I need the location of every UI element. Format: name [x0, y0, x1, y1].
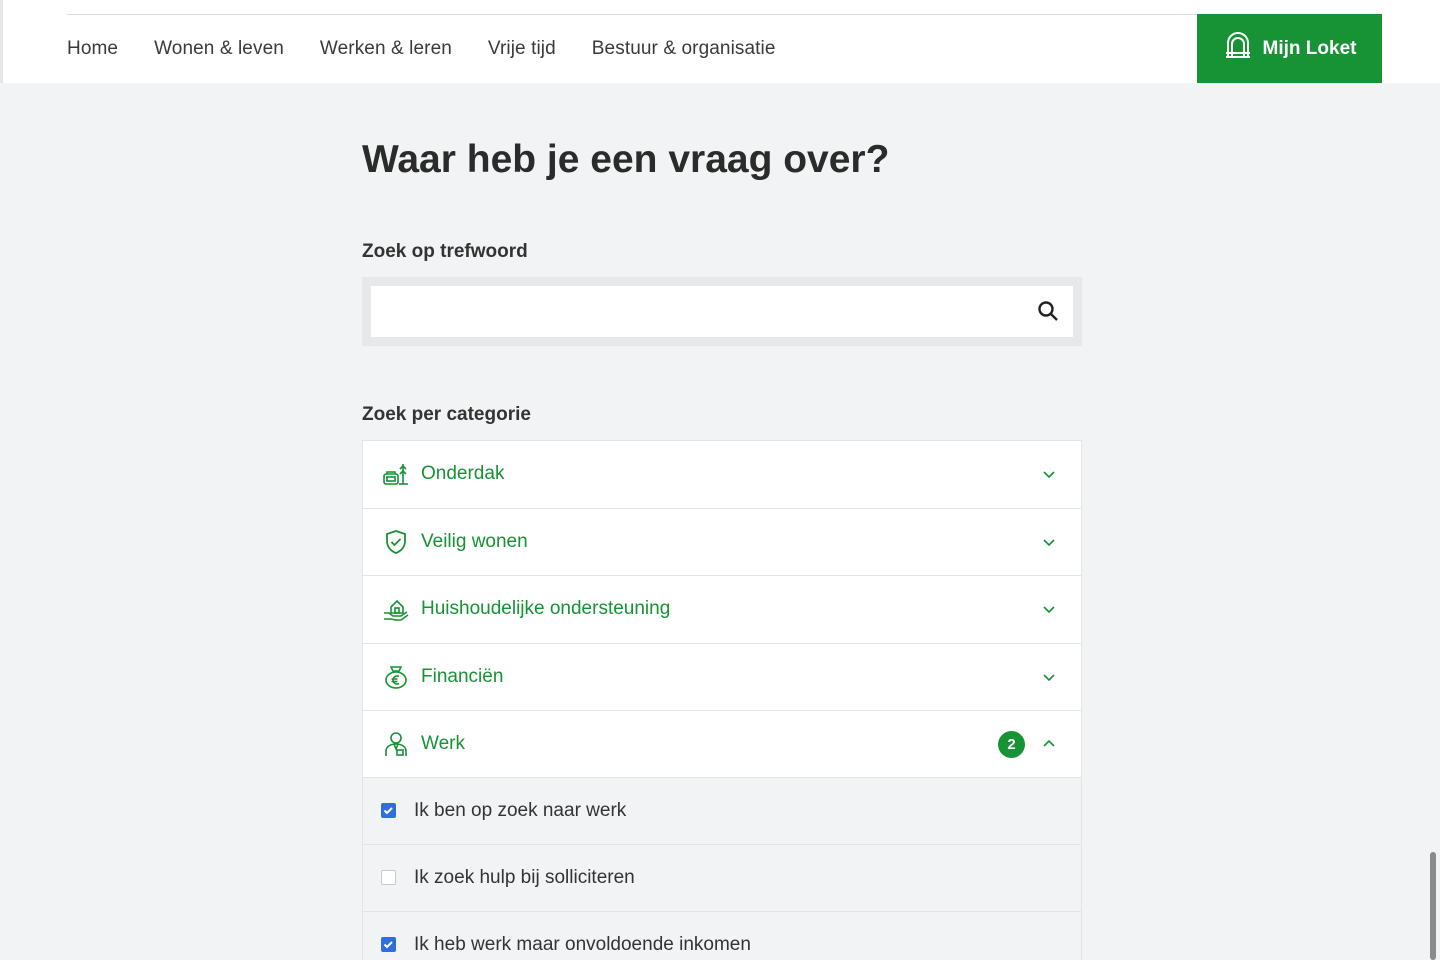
checkbox-checked[interactable]	[381, 937, 396, 952]
option-label: Ik ben op zoek naar werk	[414, 799, 627, 821]
mijn-loket-button[interactable]: Mijn Loket	[1197, 14, 1382, 83]
mijn-loket-label: Mijn Loket	[1262, 37, 1357, 59]
chevron-down-icon	[1043, 606, 1055, 614]
category-label: Werk	[421, 732, 465, 754]
chevron-down-icon	[1043, 471, 1055, 479]
category-accordion: Onderdak Veilig wonen Huishoudelijke ond…	[362, 440, 1082, 960]
search-container	[362, 277, 1082, 346]
page-scrollbar[interactable]	[1430, 852, 1436, 960]
category-financien[interactable]: Financiën	[362, 642, 1082, 710]
main-nav: Home Wonen & leven Werken & leren Vrije …	[67, 38, 812, 60]
category-label: Financiën	[421, 665, 504, 687]
category-label: Onderdak	[421, 463, 505, 485]
money-bag-euro-icon	[381, 662, 411, 692]
category-onderdak[interactable]: Onderdak	[362, 440, 1082, 508]
nav-link-bestuur-organisatie[interactable]: Bestuur & organisatie	[592, 38, 776, 60]
search-box	[371, 286, 1073, 337]
nav-link-werken-leren[interactable]: Werken & leren	[320, 38, 452, 60]
search-icon[interactable]	[1037, 300, 1059, 322]
shield-check-icon	[381, 527, 411, 557]
search-input[interactable]	[371, 286, 1073, 337]
checkbox-unchecked[interactable]	[381, 870, 396, 885]
chevron-down-icon	[1043, 673, 1055, 681]
werk-option[interactable]: Ik ben op zoek naar werk	[362, 777, 1082, 845]
search-label: Zoek op trefwoord	[362, 241, 528, 262]
nav-link-vrije-tijd[interactable]: Vrije tijd	[488, 38, 556, 60]
top-navigation: Home Wonen & leven Werken & leren Vrije …	[0, 0, 1440, 83]
selection-count-badge: 2	[998, 731, 1025, 758]
option-label: Ik zoek hulp bij solliciteren	[414, 866, 635, 888]
house-tree-icon	[381, 459, 411, 489]
werk-option[interactable]: Ik zoek hulp bij solliciteren	[362, 844, 1082, 912]
werk-option[interactable]: Ik heb werk maar onvoldoende inkomen	[362, 911, 1082, 960]
nav-link-wonen-leven[interactable]: Wonen & leven	[154, 38, 284, 60]
page-title: Waar heb je een vraag over?	[362, 138, 890, 181]
category-label: Huishoudelijke ondersteuning	[421, 598, 671, 620]
helping-hand-home-icon	[381, 594, 411, 624]
category-huishoudelijke-ondersteuning[interactable]: Huishoudelijke ondersteuning	[362, 575, 1082, 643]
category-werk[interactable]: Werk 2	[362, 710, 1082, 778]
counter-desk-icon	[1223, 31, 1253, 67]
chevron-up-icon	[1043, 739, 1055, 747]
chevron-down-icon	[1043, 538, 1055, 546]
category-label: Zoek per categorie	[362, 404, 531, 425]
top-divider	[67, 14, 1378, 15]
nav-link-home[interactable]: Home	[67, 38, 118, 60]
category-label: Veilig wonen	[421, 530, 528, 552]
option-label: Ik heb werk maar onvoldoende inkomen	[414, 933, 751, 955]
werk-options: Ik ben op zoek naar werk Ik zoek hulp bi…	[362, 777, 1082, 960]
category-veilig-wonen[interactable]: Veilig wonen	[362, 507, 1082, 575]
worker-icon	[381, 729, 411, 759]
checkbox-checked[interactable]	[381, 803, 396, 818]
